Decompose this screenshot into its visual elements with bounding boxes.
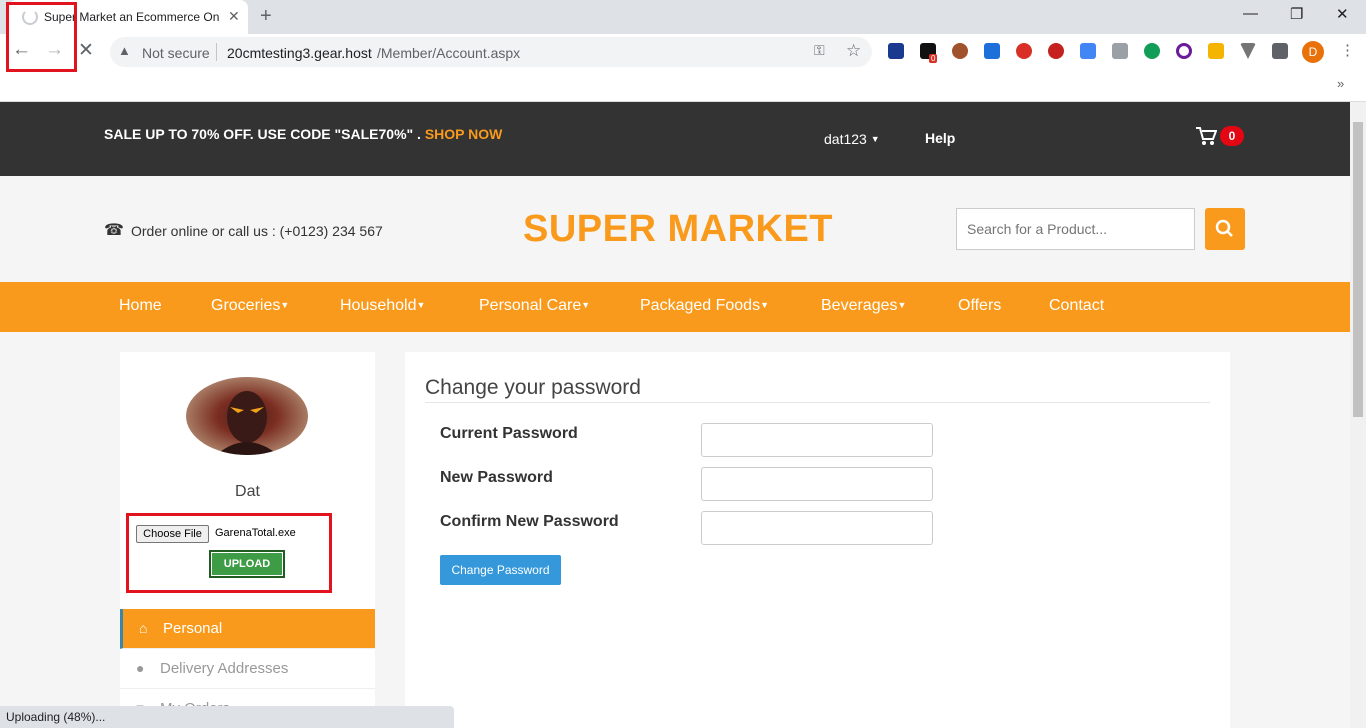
nav-label: Beverages [821, 297, 898, 314]
nav-household[interactable]: Household▼ [340, 297, 425, 315]
page-scrollbar[interactable] [1350, 102, 1366, 728]
nav-label: Household [340, 297, 417, 314]
current-password-input[interactable] [701, 423, 933, 457]
highlight-box-tab [6, 2, 77, 72]
product-search-input[interactable] [956, 208, 1195, 250]
promo-banner: SALE UP TO 70% OFF. USE CODE "SALE70%" .… [104, 126, 502, 142]
browser-menu-icon[interactable]: ⋮ [1340, 41, 1355, 59]
warning-triangle-icon: ▲ [118, 43, 131, 58]
nav-home[interactable]: Home [119, 297, 162, 315]
confirm-password-label: Confirm New Password [440, 513, 619, 530]
nav-offers[interactable]: Offers [958, 297, 1001, 315]
nav-groceries[interactable]: Groceries▼ [211, 297, 289, 315]
site-header: ☎ Order online or call us : (+0123) 234 … [0, 176, 1350, 282]
home-icon: ⌂ [139, 620, 148, 636]
extension-cookie-icon[interactable] [952, 43, 968, 59]
not-secure-label[interactable]: Not secure [142, 45, 210, 61]
promo-text: SALE UP TO 70% OFF. USE CODE "SALE70%" . [104, 126, 425, 142]
avatar-figure [216, 391, 278, 455]
stop-loading-icon[interactable]: ✕ [78, 39, 94, 62]
profile-name: Dat [235, 483, 260, 500]
extension-v-icon[interactable] [1240, 43, 1256, 59]
title-divider [425, 402, 1210, 403]
address-bar[interactable]: ▲ Not secure 20cmtesting3.gear.host /Mem… [110, 37, 872, 67]
user-icon: ● [136, 660, 145, 676]
extension-stop-icon[interactable] [1016, 43, 1032, 59]
nav-label: Groceries [211, 297, 281, 314]
tab-close-icon[interactable]: ✕ [228, 8, 240, 25]
nav-label: Offers [958, 297, 1002, 314]
caret-down-icon: ▼ [280, 300, 290, 310]
caret-down-icon: ▼ [760, 300, 769, 310]
minimize-button[interactable]: — [1243, 5, 1258, 22]
bookmarks-overflow-icon[interactable]: » [1337, 76, 1344, 91]
close-window-button[interactable]: ✕ [1336, 5, 1349, 23]
extension-shield-icon[interactable] [984, 43, 1000, 59]
username: dat123 [824, 131, 867, 147]
current-password-label: Current Password [440, 425, 578, 442]
browser-tab-strip: Super Market an Ecommerce On ✕ + — ❐ ✕ [0, 0, 1366, 34]
url-path: /Member/Account.aspx [377, 45, 521, 61]
extension-leaf-icon[interactable] [1144, 43, 1160, 59]
nav-label: Home [119, 297, 162, 314]
sidebar-item-label: Delivery Addresses [160, 660, 289, 677]
cart-icon[interactable] [1195, 125, 1217, 147]
extension-badge: 0 [929, 54, 938, 63]
nav-label: Contact [1049, 297, 1105, 314]
nav-beverages[interactable]: Beverages▼ [821, 297, 906, 315]
caret-down-icon: ▼ [870, 134, 880, 144]
nav-contact[interactable]: Contact [1049, 297, 1104, 315]
user-dropdown[interactable]: dat123 ▼ [824, 131, 880, 147]
sidebar-item-delivery-addresses[interactable]: ● Delivery Addresses [120, 649, 375, 689]
browser-toolbar: ← → ✕ ▲ Not secure 20cmtesting3.gear.hos… [0, 34, 1366, 70]
main-navigation: Home Groceries▼ Household▼ Personal Care… [0, 282, 1350, 332]
extension-translate-icon[interactable] [1080, 43, 1096, 59]
scrollbar-thumb[interactable] [1353, 122, 1363, 417]
extension-adblock-icon[interactable] [1048, 43, 1064, 59]
omnibox-divider [216, 43, 217, 61]
highlight-box-upload [126, 513, 332, 593]
extension-ring-icon[interactable] [1176, 43, 1192, 59]
site-logo[interactable]: SUPER MARKET [523, 208, 833, 251]
search-icon [1215, 219, 1233, 237]
page-title: Change your password [425, 376, 641, 399]
caret-down-icon: ▼ [581, 300, 591, 310]
caret-down-icon: ▼ [416, 300, 426, 310]
phone-icon: ☎ [104, 222, 124, 239]
password-key-icon[interactable]: ⚿ [814, 42, 825, 59]
new-password-label: New Password [440, 469, 553, 486]
contact-phone-text: Order online or call us : (+0123) 234 56… [131, 223, 383, 239]
nav-packaged-foods[interactable]: Packaged Foods▼ [640, 297, 769, 315]
extension-j-icon[interactable] [888, 43, 904, 59]
new-tab-button[interactable]: + [260, 5, 272, 28]
profile-avatar[interactable]: D [1302, 41, 1324, 63]
extensions-puzzle-icon[interactable] [1272, 43, 1288, 59]
extension-face-icon[interactable] [1208, 43, 1224, 59]
cart-count-badge[interactable]: 0 [1220, 126, 1244, 146]
sidebar-item-personal[interactable]: ⌂ Personal [120, 609, 375, 649]
url-host: 20cmtesting3.gear.host [227, 45, 372, 61]
help-link[interactable]: Help [925, 130, 955, 146]
profile-picture [186, 377, 308, 455]
bookmark-star-icon[interactable]: ☆ [846, 41, 861, 61]
bookmarks-bar: » [0, 70, 1366, 102]
browser-status-bar: Uploading (48%)... [0, 706, 454, 728]
nav-personal-care[interactable]: Personal Care▼ [479, 297, 590, 315]
extension-camera-icon[interactable] [1112, 43, 1128, 59]
sidebar-item-label: Personal [163, 620, 223, 637]
confirm-password-input[interactable] [701, 511, 933, 545]
shop-now-link[interactable]: SHOP NOW [425, 126, 503, 142]
change-password-panel: Change your password Current Password Ne… [405, 352, 1230, 728]
new-password-input[interactable] [701, 467, 933, 501]
restore-button[interactable]: ❐ [1290, 5, 1303, 23]
search-button[interactable] [1205, 208, 1245, 250]
promo-topbar: SALE UP TO 70% OFF. USE CODE "SALE70%" .… [0, 102, 1350, 176]
change-password-button[interactable]: Change Password [440, 555, 561, 585]
nav-label: Packaged Foods [640, 297, 761, 314]
nav-label: Personal Care [479, 297, 582, 314]
web-page: SALE UP TO 70% OFF. USE CODE "SALE70%" .… [0, 102, 1350, 728]
caret-down-icon: ▼ [897, 300, 907, 310]
